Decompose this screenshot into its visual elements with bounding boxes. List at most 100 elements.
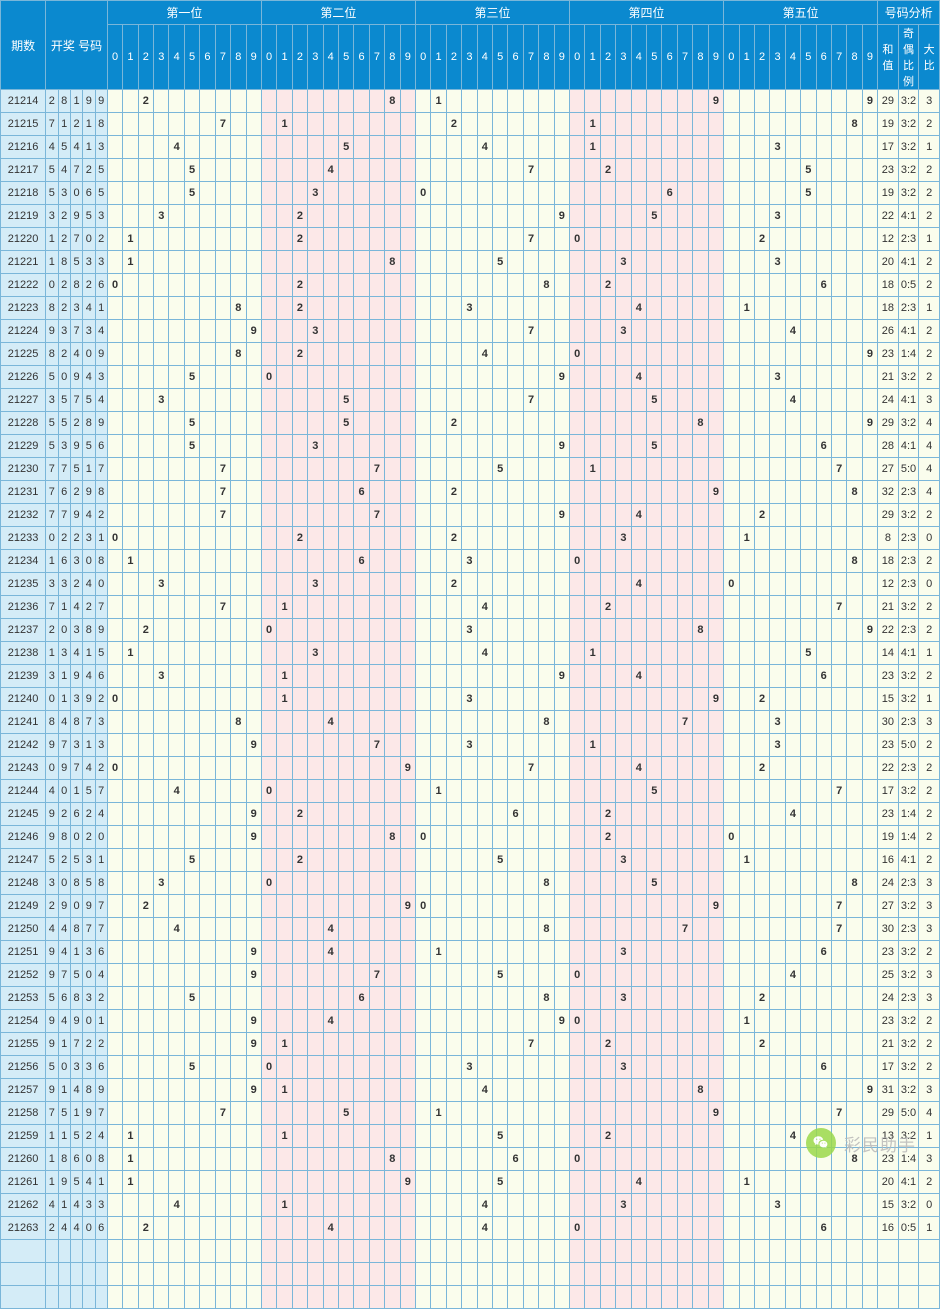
cell-code: 2 (46, 1217, 58, 1240)
cell-pos (215, 182, 230, 205)
cell-pos (523, 297, 538, 320)
cell-blank (570, 1263, 585, 1286)
cell-pos (754, 366, 769, 389)
cell-pos (323, 366, 338, 389)
cell-pos (431, 1125, 446, 1148)
cell-pos: 2 (292, 527, 307, 550)
cell-pos (708, 297, 723, 320)
cell-pos (693, 849, 708, 872)
cell-pos: 1 (277, 1033, 292, 1056)
cell-pos (400, 803, 415, 826)
cell-pos: 9 (246, 826, 261, 849)
cell-pos (123, 964, 138, 987)
cell-code: 5 (46, 182, 58, 205)
cell-code: 8 (70, 274, 82, 297)
cell-pos (493, 1010, 508, 1033)
table-row: 212504487744877302:33 (1, 918, 940, 941)
cell-pos (754, 619, 769, 642)
cell-pos (446, 1194, 461, 1217)
cell-pos (570, 182, 585, 205)
cell-pos (184, 619, 199, 642)
cell-pos: 5 (338, 136, 353, 159)
cell-pos (431, 711, 446, 734)
cell-pos (816, 297, 831, 320)
cell-pos (647, 297, 662, 320)
cell-pos (585, 780, 600, 803)
cell-pos (693, 1148, 708, 1171)
cell-pos (277, 849, 292, 872)
cell-pos (847, 642, 862, 665)
cell-code: 7 (46, 481, 58, 504)
cell-pos (816, 642, 831, 665)
cell-pos (215, 343, 230, 366)
cell-pos (292, 366, 307, 389)
cell-pos (847, 1079, 862, 1102)
cell-code: 4 (58, 711, 70, 734)
cell-pos (816, 550, 831, 573)
cell-pos (323, 412, 338, 435)
cell-pos (385, 1102, 400, 1125)
cell-pos (585, 251, 600, 274)
cell-pos (693, 205, 708, 228)
cell-pos (785, 987, 800, 1010)
cell-pos (446, 435, 461, 458)
cell-pos (647, 458, 662, 481)
cell-period: 21218 (1, 182, 46, 205)
cell-pos (570, 642, 585, 665)
cell-pos (385, 964, 400, 987)
cell-pos (677, 527, 692, 550)
watermark-text: 彩民助手 (844, 1131, 916, 1156)
cell-pos (585, 895, 600, 918)
cell-period: 21254 (1, 1010, 46, 1033)
cell-blank (83, 1263, 95, 1286)
cell-pos (570, 297, 585, 320)
cell-pos (123, 826, 138, 849)
table-row: 212611954119541204:12 (1, 1171, 940, 1194)
cell-pos (231, 619, 246, 642)
cell-pos (631, 1102, 646, 1125)
cell-pos: 2 (754, 757, 769, 780)
cell-code: 7 (95, 458, 107, 481)
cell-code: 8 (95, 872, 107, 895)
cell-pos: 0 (724, 573, 739, 596)
cell-pos (369, 481, 384, 504)
cell-pos (508, 573, 523, 596)
cell-blank (600, 1240, 615, 1263)
header-digit: 8 (693, 25, 708, 90)
cell-pos (123, 458, 138, 481)
cell-pos (107, 228, 122, 251)
cell-pos (385, 1010, 400, 1033)
cell-pos (631, 412, 646, 435)
cell-pos (539, 1125, 554, 1148)
header-digit: 9 (246, 25, 261, 90)
cell-blank (123, 1240, 138, 1263)
cell-pos (631, 1125, 646, 1148)
cell-pos (693, 964, 708, 987)
cell-pos (693, 1010, 708, 1033)
cell-code: 2 (83, 1125, 95, 1148)
cell-pos (631, 688, 646, 711)
cell-pos: 0 (261, 366, 276, 389)
table-row: 212353324033240122:30 (1, 573, 940, 596)
cell-pos: 0 (107, 274, 122, 297)
cell-pos (493, 435, 508, 458)
cell-pos (677, 849, 692, 872)
cell-pos (169, 320, 184, 343)
cell-pos (647, 343, 662, 366)
cell-pos (338, 205, 353, 228)
cell-pos (754, 1010, 769, 1033)
cell-pos (616, 918, 631, 941)
cell-pos (770, 182, 785, 205)
cell-pos (785, 780, 800, 803)
cell-code: 4 (58, 1217, 70, 1240)
cell-stat: 3:2 (898, 941, 919, 964)
cell-pos (354, 297, 369, 320)
cell-pos (754, 895, 769, 918)
cell-pos (523, 1079, 538, 1102)
cell-pos (693, 688, 708, 711)
cell-pos: 7 (215, 596, 230, 619)
cell-pos (770, 1148, 785, 1171)
cell-pos: 0 (107, 688, 122, 711)
cell-pos (446, 458, 461, 481)
cell-blank (400, 1240, 415, 1263)
